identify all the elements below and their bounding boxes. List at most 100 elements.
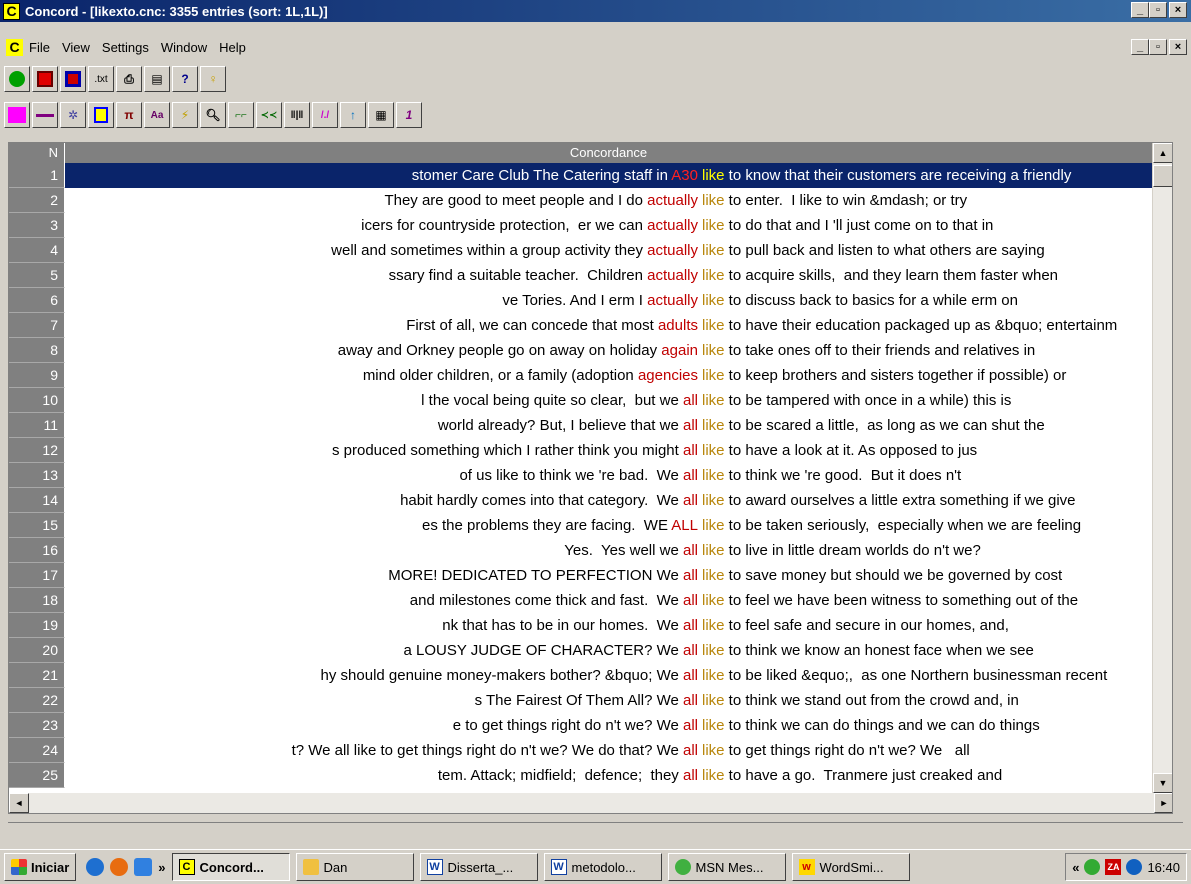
concordance-line[interactable]: s produced something which I rather thin…: [65, 438, 1152, 463]
print-preview-icon[interactable]: ▤: [144, 66, 170, 92]
table-row[interactable]: 6 ve Tories. And I erm I actually like to …: [9, 288, 1152, 313]
concordance-line[interactable]: They are good to meet people and I do ac…: [65, 188, 1152, 213]
concordance-line[interactable]: ssary find a suitable teacher. Children …: [65, 263, 1152, 288]
maximize-button[interactable]: ▫: [1149, 2, 1167, 18]
notepad-icon[interactable]: ▦: [368, 102, 394, 128]
table-row[interactable]: 21 hy should genuine money-makers bother?…: [9, 663, 1152, 688]
print-icon[interactable]: ⎙: [116, 66, 142, 92]
pi-icon[interactable]: π: [116, 102, 142, 128]
concordance-line[interactable]: MORE! DEDICATED TO PERFECTION We all like…: [65, 563, 1152, 588]
doc-restore-button[interactable]: ▫: [1149, 39, 1167, 55]
table-row[interactable]: 8 away and Orkney people go on away on ho…: [9, 338, 1152, 363]
concordance-line[interactable]: Yes. Yes well we all like to live in litt…: [65, 538, 1152, 563]
table-row[interactable]: 10 l the vocal being quite so clear, but …: [9, 388, 1152, 413]
table-row[interactable]: 20 a LOUSY JUDGE OF CHARACTER? We all like…: [9, 638, 1152, 663]
taskbar-button[interactable]: MSN Mes...: [667, 853, 786, 881]
table-row[interactable]: 2 They are good to meet people and I do a…: [9, 188, 1152, 213]
concordance-line[interactable]: of us like to think we 're bad. We all li…: [65, 463, 1152, 488]
scroll-left-icon[interactable]: ◄: [9, 793, 29, 813]
table-row[interactable]: 19 nk that has to be in our homes. We all…: [9, 613, 1152, 638]
taskbar-button[interactable]: C Concord...: [171, 853, 290, 881]
quick-launch-overflow[interactable]: »: [158, 860, 165, 875]
concordance-line[interactable]: habit hardly comes into that category. W…: [65, 488, 1152, 513]
help-icon[interactable]: ?: [172, 66, 198, 92]
concordance-line[interactable]: mind older children, or a family (adopti…: [65, 363, 1152, 388]
table-row[interactable]: 5 ssary find a suitable teacher. Children…: [9, 263, 1152, 288]
search-icon[interactable]: 🔍︎: [200, 102, 226, 128]
table-row[interactable]: 22 s The Fairest Of Them All? We all like …: [9, 688, 1152, 713]
menu-window[interactable]: Window: [155, 40, 213, 55]
doc-minimize-button[interactable]: _: [1131, 39, 1149, 55]
save-as-icon[interactable]: [60, 66, 86, 92]
table-row[interactable]: 17 MORE! DEDICATED TO PERFECTION We all li…: [9, 563, 1152, 588]
font-icon[interactable]: Aa: [144, 102, 170, 128]
horizontal-scrollbar[interactable]: ◄ ►: [9, 793, 1172, 813]
close-button[interactable]: ×: [1169, 2, 1187, 18]
one-icon[interactable]: 1: [396, 102, 422, 128]
menu-view[interactable]: View: [56, 40, 96, 55]
table-row[interactable]: 25 tem. Attack; midfield; defence; they a…: [9, 763, 1152, 788]
start-icon[interactable]: [4, 66, 30, 92]
table-row[interactable]: 24 t? We all like to get things right do …: [9, 738, 1152, 763]
table-row[interactable]: 9 mind older children, or a family (adopt…: [9, 363, 1152, 388]
taskbar-button[interactable]: Dan: [295, 853, 414, 881]
column-header-concordance[interactable]: Concordance: [65, 143, 1152, 163]
concordance-line[interactable]: t? We all like to get things right do n'…: [65, 738, 1152, 763]
concordance-grid[interactable]: N Concordance 1 stomer Care Club The Cate…: [8, 142, 1173, 814]
media-player-icon[interactable]: [134, 858, 153, 876]
concordance-line[interactable]: hy should genuine money-makers bother? &…: [65, 663, 1152, 688]
minimize-button[interactable]: _: [1131, 2, 1149, 18]
line-icon[interactable]: [32, 102, 58, 128]
color-icon[interactable]: [4, 102, 30, 128]
collocates-icon[interactable]: ⌐⌐: [228, 102, 254, 128]
txt-export-icon[interactable]: .txt: [88, 66, 114, 92]
table-row[interactable]: 18 and milestones come thick and fast. We…: [9, 588, 1152, 613]
table-row[interactable]: 3 icers for countryside protection, er we…: [9, 213, 1152, 238]
table-row[interactable]: 7 First of all, we can concede that most …: [9, 313, 1152, 338]
menu-help[interactable]: Help: [213, 40, 252, 55]
firefox-icon[interactable]: [110, 858, 129, 876]
doc-close-button[interactable]: ×: [1169, 39, 1187, 55]
table-row[interactable]: 16 Yes. Yes well we all like to live in li…: [9, 538, 1152, 563]
patterns-icon[interactable]: ≺≺: [256, 102, 282, 128]
tray-expand-icon[interactable]: «: [1072, 860, 1079, 875]
scroll-thumb[interactable]: [1153, 165, 1172, 187]
table-row[interactable]: 12 s produced something which I rather th…: [9, 438, 1152, 463]
scroll-down-icon[interactable]: ▼: [1153, 773, 1172, 793]
arrow-up-icon[interactable]: ↑: [340, 102, 366, 128]
table-row[interactable]: 11 world already? But, I believe that we …: [9, 413, 1152, 438]
column-header-n[interactable]: N: [9, 143, 65, 163]
clusters-icon[interactable]: /./: [312, 102, 338, 128]
concordance-line[interactable]: e to get things right do n't we? We all l…: [65, 713, 1152, 738]
lightbulb-icon[interactable]: ♀: [200, 66, 226, 92]
columns-icon[interactable]: [88, 102, 114, 128]
concordance-line[interactable]: tem. Attack; midfield; defence; they all…: [65, 763, 1152, 788]
concordance-line[interactable]: world already? But, I believe that we al…: [65, 413, 1152, 438]
volume-icon[interactable]: [1126, 859, 1143, 875]
plot-icon[interactable]: ‖|‖: [284, 102, 310, 128]
concordance-line[interactable]: away and Orkney people go on away on hol…: [65, 338, 1152, 363]
concordance-line[interactable]: l the vocal being quite so clear, but we…: [65, 388, 1152, 413]
taskbar-button[interactable]: w WordSmi...: [791, 853, 910, 881]
table-row[interactable]: 15 es the problems they are facing. WE AL…: [9, 513, 1152, 538]
taskbar-button[interactable]: Wmetodolo...: [543, 853, 662, 881]
zap-icon[interactable]: ⚡: [172, 102, 198, 128]
save-icon[interactable]: [32, 66, 58, 92]
concordance-line[interactable]: icers for countryside protection, er we …: [65, 213, 1152, 238]
scroll-up-icon[interactable]: ▲: [1153, 143, 1172, 163]
concordance-line[interactable]: nk that has to be in our homes. We all li…: [65, 613, 1152, 638]
concordance-line[interactable]: First of all, we can concede that most a…: [65, 313, 1152, 338]
vertical-scrollbar[interactable]: ▲ ▼: [1152, 143, 1172, 793]
taskbar-button[interactable]: W Disserta_...: [419, 853, 538, 881]
table-row[interactable]: 13 of us like to think we 're bad. We all…: [9, 463, 1152, 488]
concordance-line[interactable]: and milestones come thick and fast. We a…: [65, 588, 1152, 613]
menu-settings[interactable]: Settings: [96, 40, 155, 55]
table-row[interactable]: 4 well and sometimes within a group activ…: [9, 238, 1152, 263]
concordance-line[interactable]: ve Tories. And I erm I actually like to d…: [65, 288, 1152, 313]
table-row[interactable]: 1 stomer Care Club The Catering staff in …: [9, 163, 1152, 188]
table-row[interactable]: 23 e to get things right do n't we? We al…: [9, 713, 1152, 738]
internet-explorer-icon[interactable]: [86, 858, 105, 876]
concordance-line[interactable]: stomer Care Club The Catering staff in A…: [65, 163, 1152, 188]
start-button[interactable]: Iniciar: [4, 853, 77, 881]
scroll-right-icon[interactable]: ►: [1154, 793, 1172, 813]
